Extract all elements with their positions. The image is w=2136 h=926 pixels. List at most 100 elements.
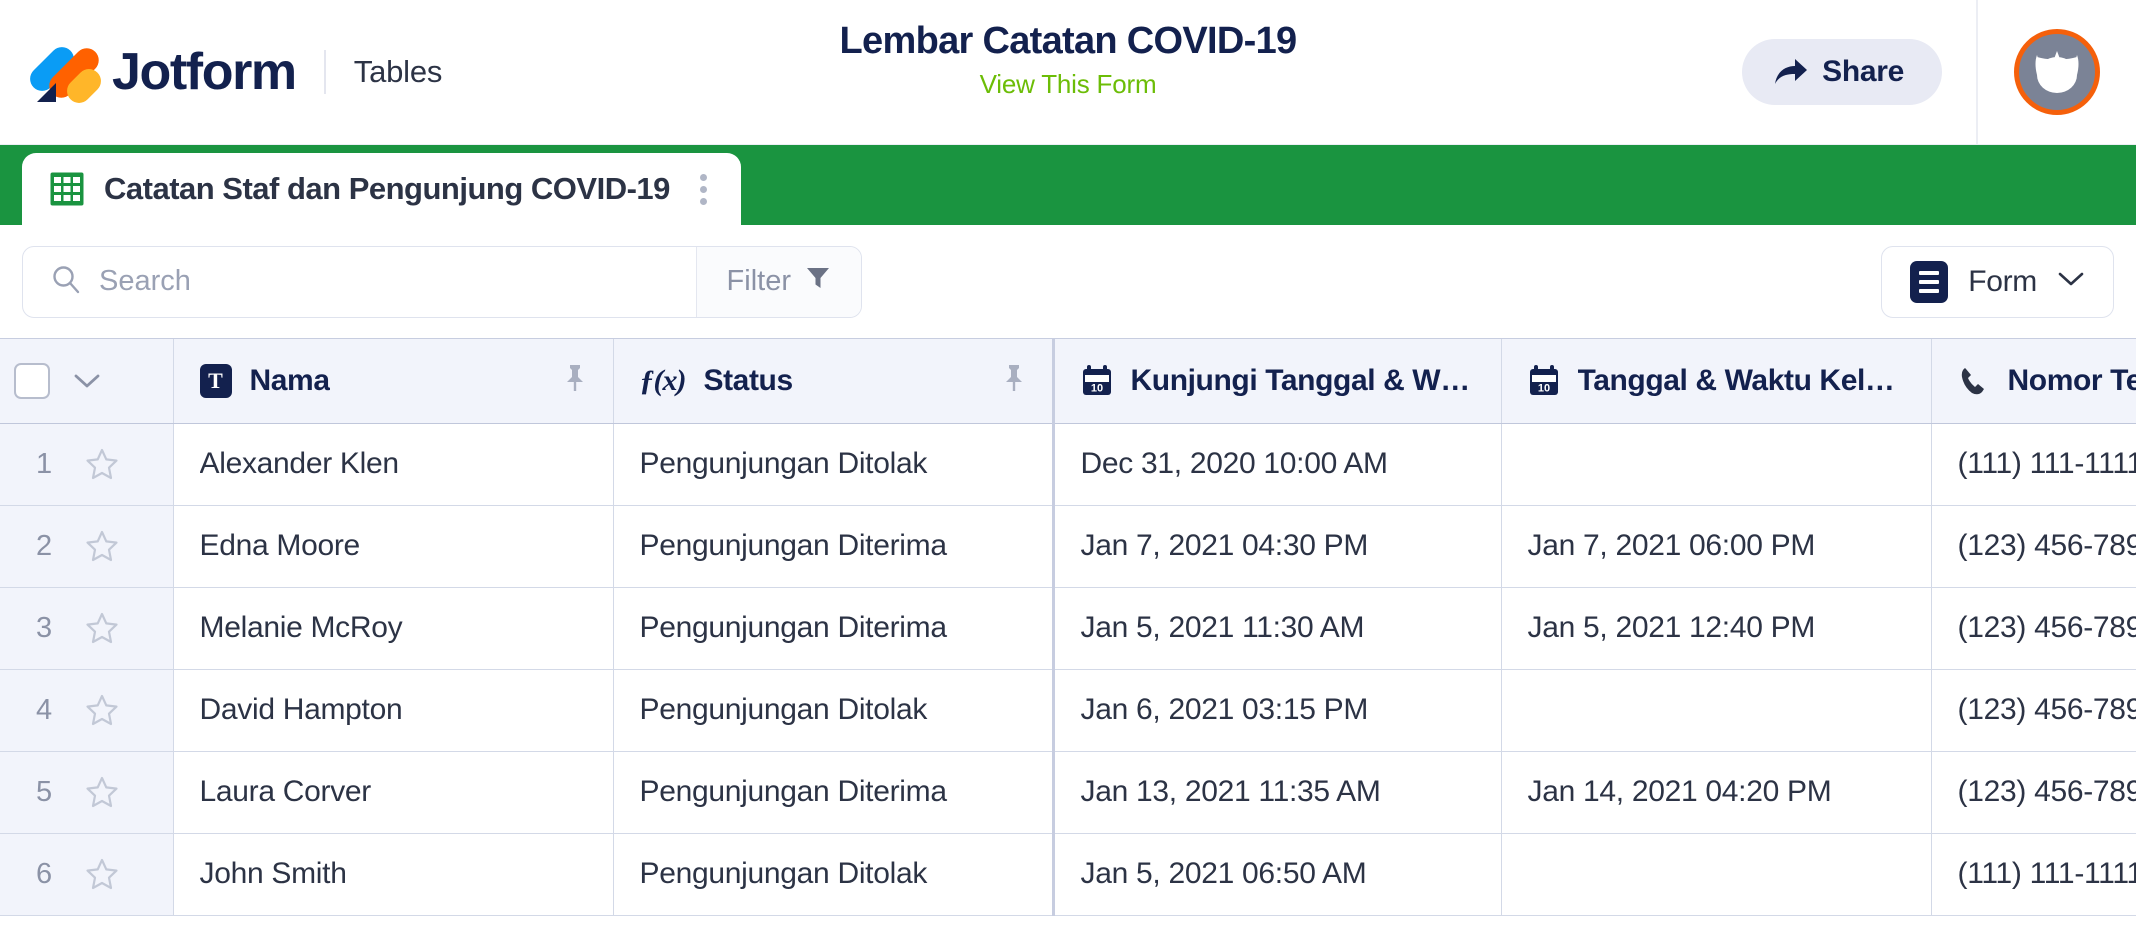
star-icon[interactable] — [84, 693, 120, 727]
cell-value: Pengunjungan Ditolak — [639, 857, 928, 890]
column-header-nomor-telepon[interactable]: Nomor Tele — [1931, 339, 2136, 424]
star-icon[interactable] — [84, 775, 120, 809]
select-all-checkbox[interactable] — [14, 362, 50, 399]
form-view-label: Form — [1968, 264, 2037, 298]
cell-telepon[interactable]: (111) 111-1111 — [1931, 833, 2136, 916]
cell-kunjungi[interactable]: Jan 7, 2021 04:30 PM — [1053, 505, 1502, 588]
table-header-row: T Nama ƒ(x) Status 10 Kunjungi Tanggal &… — [0, 339, 2136, 424]
cell-value: Jan 5, 2021 11:30 AM — [1080, 611, 1365, 644]
search-field[interactable] — [23, 247, 696, 317]
cell-value: (123) 456-7890 — [1957, 529, 2136, 562]
row-number-cell: 2 — [0, 505, 174, 588]
search-container: Filter — [22, 245, 862, 318]
cell-value: (123) 456-7890 — [1957, 775, 2136, 808]
row-number: 3 — [36, 611, 53, 644]
cell-value: Alexander Klen — [199, 447, 400, 480]
cell-value: Jan 7, 2021 04:30 PM — [1080, 529, 1369, 562]
cell-status[interactable]: Pengunjungan Ditolak — [613, 423, 1055, 506]
cell-kunjungi[interactable]: Jan 5, 2021 11:30 AM — [1053, 587, 1502, 670]
table-row[interactable]: 2 Edna Moore Pengunjungan Diterima Jan 7… — [0, 505, 2136, 588]
tab-catatan-staf-dan-pengunjung[interactable]: Catatan Staf dan Pengunjung COVID-19 — [22, 153, 741, 225]
star-icon[interactable] — [84, 529, 120, 563]
cell-kunjungi[interactable]: Jan 5, 2021 06:50 AM — [1053, 833, 1502, 916]
cell-kunjungi[interactable]: Dec 31, 2020 10:00 AM — [1053, 423, 1502, 506]
brand-divider — [323, 50, 326, 94]
cell-keluar[interactable]: Jan 5, 2021 12:40 PM — [1501, 587, 1932, 670]
table-row[interactable]: 4 David Hampton Pengunjungan Ditolak Jan… — [0, 669, 2136, 752]
cell-keluar[interactable] — [1501, 423, 1932, 506]
cell-telepon[interactable]: (123) 456-7890 — [1931, 505, 2136, 588]
cell-value: Dec 31, 2020 10:00 AM — [1080, 447, 1389, 480]
row-number: 2 — [36, 529, 53, 562]
cell-value: Jan 5, 2021 12:40 PM — [1527, 611, 1816, 644]
cat-avatar-icon — [2035, 51, 2079, 93]
product-label: Tables — [353, 54, 443, 89]
cell-nama[interactable]: Edna Moore — [173, 505, 614, 588]
data-grid[interactable]: T Nama ƒ(x) Status 10 Kunjungi Tanggal &… — [0, 338, 2136, 926]
cell-nama[interactable]: John Smith — [173, 833, 614, 916]
star-icon[interactable] — [84, 611, 120, 645]
cell-nama[interactable]: Alexander Klen — [173, 423, 614, 506]
share-button-label: Share — [1822, 55, 1904, 88]
row-number: 6 — [36, 857, 53, 890]
search-input[interactable] — [99, 265, 696, 298]
table-row[interactable]: 5 Laura Corver Pengunjungan Diterima Jan… — [0, 751, 2136, 834]
cell-nama[interactable]: Melanie McRoy — [173, 587, 614, 670]
column-header-status[interactable]: ƒ(x) Status — [613, 339, 1055, 424]
cell-telepon[interactable]: (123) 456-7890 — [1931, 587, 2136, 670]
cell-status[interactable]: Pengunjungan Diterima — [613, 587, 1055, 670]
jotform-logo-icon — [25, 41, 106, 108]
cell-value: Jan 14, 2021 04:20 PM — [1527, 775, 1832, 808]
filter-button-label: Filter — [726, 265, 791, 297]
cell-value: Melanie McRoy — [199, 611, 403, 644]
header-divider — [1976, 0, 1978, 145]
share-arrow-icon — [1774, 58, 1808, 86]
cell-value: Jan 13, 2021 11:35 AM — [1080, 775, 1381, 808]
pin-icon[interactable] — [549, 363, 587, 398]
cell-kunjungi[interactable]: Jan 13, 2021 11:35 AM — [1053, 751, 1502, 834]
column-header-nama[interactable]: T Nama — [173, 339, 614, 424]
cell-value: David Hampton — [199, 693, 403, 726]
cell-status[interactable]: Pengunjungan Diterima — [613, 505, 1055, 588]
cell-keluar[interactable]: Jan 7, 2021 06:00 PM — [1501, 505, 1932, 588]
cell-value: Edna Moore — [199, 529, 361, 562]
cell-status[interactable]: Pengunjungan Ditolak — [613, 833, 1055, 916]
cell-telepon[interactable]: (123) 456-7890 — [1931, 669, 2136, 752]
column-header-kunjungi-tanggal[interactable]: 10 Kunjungi Tanggal & W… — [1053, 339, 1502, 424]
cell-value: (123) 456-7890 — [1957, 693, 2136, 726]
star-icon[interactable] — [84, 857, 120, 891]
brand-area[interactable]: Jotform Tables — [0, 0, 442, 144]
avatar[interactable] — [2014, 29, 2100, 115]
cell-telepon[interactable]: (111) 111-1111 — [1931, 423, 2136, 506]
cell-nama[interactable]: Laura Corver — [173, 751, 614, 834]
column-header-tanggal-waktu-keluar[interactable]: 10 Tanggal & Waktu Kel… — [1501, 339, 1932, 424]
table-row[interactable]: 1 Alexander Klen Pengunjungan Ditolak De… — [0, 423, 2136, 506]
more-vertical-icon[interactable] — [690, 168, 717, 211]
table-row[interactable]: 6 John Smith Pengunjungan Ditolak Jan 5,… — [0, 833, 2136, 916]
pin-icon[interactable] — [988, 363, 1026, 398]
calendar-icon: 10 — [1528, 364, 1560, 398]
filter-button[interactable]: Filter — [695, 246, 861, 317]
cell-keluar[interactable]: Jan 14, 2021 04:20 PM — [1501, 751, 1932, 834]
cell-nama[interactable]: David Hampton — [173, 669, 614, 752]
cell-value: Pengunjungan Diterima — [639, 529, 948, 562]
cell-keluar[interactable] — [1501, 669, 1932, 752]
table-row[interactable]: 3 Melanie McRoy Pengunjungan Diterima Ja… — [0, 587, 2136, 670]
column-header-label: Nama — [249, 363, 330, 397]
cell-keluar[interactable] — [1501, 833, 1932, 916]
cell-value: John Smith — [199, 857, 347, 890]
funnel-icon — [805, 265, 831, 299]
cell-status[interactable]: Pengunjungan Diterima — [613, 751, 1055, 834]
cell-value: (111) 111-1111 — [1957, 447, 2136, 480]
row-number-cell: 1 — [0, 423, 174, 506]
share-button[interactable]: Share — [1742, 39, 1942, 105]
star-icon[interactable] — [84, 447, 120, 481]
view-this-form-link[interactable]: View This Form — [980, 69, 1157, 100]
form-view-button[interactable]: Form — [1881, 245, 2114, 318]
chevron-down-icon[interactable] — [72, 371, 102, 391]
cell-value: Pengunjungan Ditolak — [639, 447, 928, 480]
cell-kunjungi[interactable]: Jan 6, 2021 03:15 PM — [1053, 669, 1502, 752]
form-icon — [1910, 260, 1949, 303]
cell-telepon[interactable]: (123) 456-7890 — [1931, 751, 2136, 834]
cell-status[interactable]: Pengunjungan Ditolak — [613, 669, 1055, 752]
